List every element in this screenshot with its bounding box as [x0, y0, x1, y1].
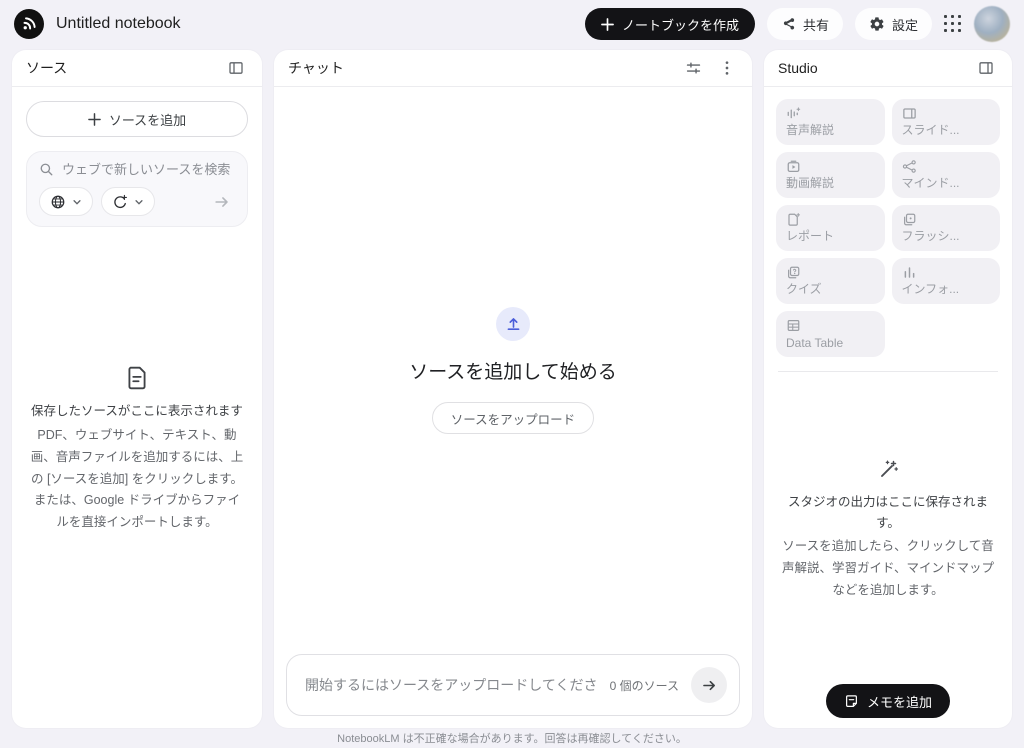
quiz-icon — [788, 266, 800, 279]
send-message-button[interactable] — [691, 667, 727, 703]
document-icon — [128, 366, 146, 390]
studio-panel-title: Studio — [778, 60, 818, 76]
chevron-down-icon — [73, 199, 81, 205]
web-source-search-card — [26, 151, 248, 227]
collapse-studio-panel-button[interactable] — [974, 56, 998, 80]
tool-flashcards[interactable]: フラッシ... — [891, 205, 1000, 251]
chat-empty-heading: ソースを追加して始める — [409, 362, 617, 383]
tool-mind-map[interactable]: マインド... — [891, 152, 1000, 198]
user-avatar[interactable] — [974, 6, 1010, 42]
data-table-icon — [787, 320, 800, 331]
tool-slides[interactable]: スライド... — [891, 99, 1000, 145]
side-panel-icon — [979, 62, 993, 74]
slides-icon — [902, 108, 916, 119]
top-header: Untitled notebook ノートブックを作成 共有 設定 — [0, 0, 1024, 48]
globe-icon — [51, 195, 65, 208]
report-icon — [788, 213, 801, 226]
share-icon — [783, 17, 795, 29]
upload-source-button[interactable]: ソースをアップロード — [431, 402, 595, 434]
gear-icon — [870, 17, 884, 31]
web-source-search-input[interactable] — [62, 162, 235, 177]
tool-audio-overview[interactable]: 音声解説 — [776, 99, 885, 145]
collapse-sources-panel-button[interactable] — [224, 56, 248, 80]
chat-panel-title: チャット — [288, 60, 344, 76]
create-notebook-button[interactable]: ノートブックを作成 — [584, 8, 755, 40]
tool-report[interactable]: レポート — [776, 205, 885, 251]
note-icon — [846, 694, 857, 707]
chat-more-menu-button[interactable] — [716, 56, 738, 80]
sources-empty-body: PDF、ウェブサイト、テキスト、動画、音声ファイルを追加するには、上の [ソース… — [30, 427, 244, 530]
flashcards-icon — [903, 213, 915, 226]
plus-icon — [87, 112, 101, 126]
search-submit-button[interactable] — [209, 189, 235, 215]
page-footer: NotebookLM は不正確な場合があります。回答は再確認してください。 — [0, 728, 1024, 748]
chat-input-bar: 0 個のソース — [286, 654, 740, 716]
sources-empty-state: 保存したソースがここに表示されます PDF、ウェブサイト、テキスト、動画、音声フ… — [12, 231, 262, 728]
search-scope-chip[interactable] — [39, 187, 93, 216]
arrow-right-icon — [215, 196, 228, 207]
audio-overview-icon — [787, 107, 801, 119]
tool-infographic[interactable]: インフォ... — [891, 258, 1000, 304]
upload-icon — [507, 317, 519, 330]
add-source-button[interactable]: ソースを追加 — [26, 101, 248, 137]
sources-panel-title: ソース — [26, 60, 68, 76]
settings-button[interactable]: 設定 — [854, 8, 932, 40]
magic-wand-icon — [881, 460, 899, 477]
arrow-right-icon — [702, 680, 715, 690]
studio-empty-state: スタジオの出力はここに保存されます。 ソースを追加したら、クリックして音声解説、… — [764, 372, 1012, 728]
source-count-label: 0 個のソース — [609, 678, 679, 693]
tune-icon — [686, 62, 701, 74]
chevron-down-icon — [135, 199, 143, 205]
disclaimer-text: NotebookLM は不正確な場合があります。回答は再確認してください。 — [337, 733, 687, 745]
search-icon — [40, 163, 53, 176]
notebooklm-logo-icon[interactable] — [14, 9, 44, 39]
tool-data-table[interactable]: Data Table — [776, 311, 885, 357]
video-overview-icon — [787, 160, 800, 173]
tool-video-overview[interactable]: 動画解説 — [776, 152, 885, 198]
share-button[interactable]: 共有 — [766, 8, 843, 40]
add-note-button[interactable]: メモを追加 — [825, 684, 950, 718]
studio-empty-title: スタジオの出力はここに保存されます。 — [787, 494, 988, 531]
discover-sources-icon — [114, 194, 127, 208]
upload-circle — [496, 307, 530, 341]
studio-panel: Studio 音声解説 スライド... 動画解説 マインド... レポート フラ… — [764, 50, 1012, 728]
notebook-title[interactable]: Untitled notebook — [56, 15, 181, 33]
plus-icon — [601, 17, 614, 31]
side-panel-icon — [229, 62, 243, 74]
google-apps-icon[interactable] — [944, 15, 962, 33]
mind-map-icon — [902, 160, 916, 173]
chat-panel: チャット ソースを追加して始める ソースをアップロード 0 個のソース — [274, 50, 752, 728]
chat-settings-button[interactable] — [681, 56, 706, 81]
source-type-chip[interactable] — [101, 187, 155, 216]
chat-input[interactable] — [305, 677, 598, 693]
studio-empty-body: ソースを追加したら、クリックして音声解説、学習ガイド、マインドマップなどを追加し… — [781, 539, 994, 598]
tool-quiz[interactable]: クイズ — [776, 258, 885, 304]
sources-panel: ソース ソースを追加 ウェブで新しいソースを検索 保存したソースがここに表示され… — [12, 50, 262, 728]
chat-empty-state: ソースを追加して始める ソースをアップロード — [274, 87, 752, 654]
infographic-icon — [904, 267, 914, 278]
sources-empty-title: 保存したソースがここに表示されます — [31, 403, 243, 418]
studio-tools-grid: 音声解説 スライド... 動画解説 マインド... レポート フラッシ... ク… — [764, 87, 1012, 367]
kebab-menu-icon — [725, 61, 729, 75]
